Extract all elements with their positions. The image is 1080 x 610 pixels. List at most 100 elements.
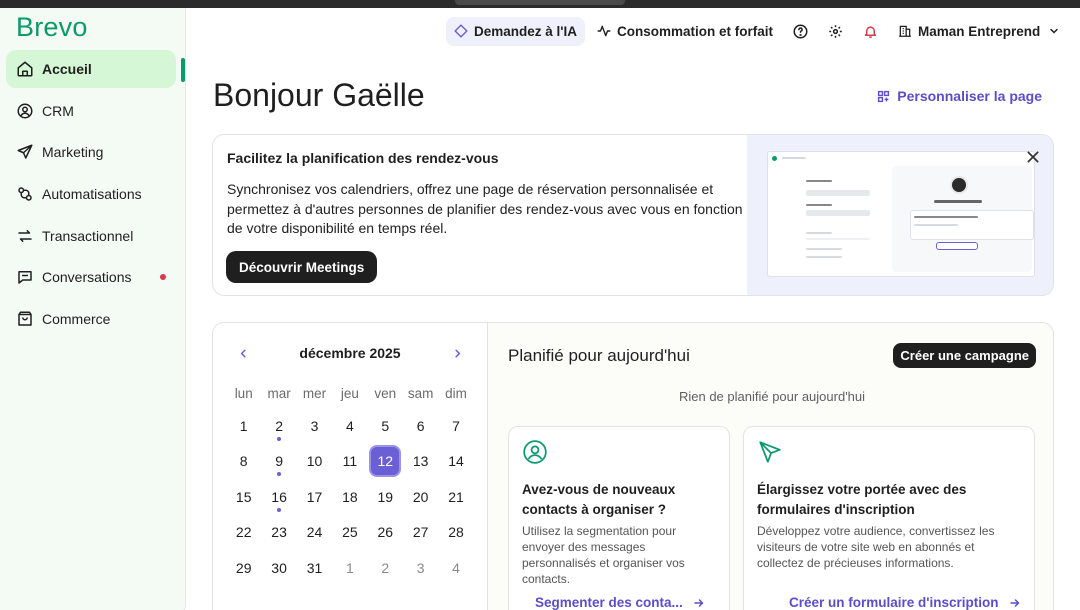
sidebar-item-marketing[interactable]: Marketing — [6, 133, 176, 171]
calendar-day[interactable]: 14 — [438, 444, 473, 480]
chat-icon — [16, 268, 34, 286]
calendar: décembre 2025 lun mar mer jeu ven sam dim 1 2 3 4 5… — [213, 323, 487, 610]
calendar-week-row: 1234567 — [226, 408, 474, 444]
calendar-weekday: ven — [374, 386, 397, 401]
calendar-day[interactable]: 3 — [403, 550, 438, 586]
sidebar-item-label: Commerce — [42, 311, 111, 328]
calendar-day[interactable]: 15 — [226, 479, 261, 515]
calendar-day[interactable]: 2 — [368, 550, 403, 586]
user-circle-icon — [522, 439, 548, 465]
calendar-day[interactable]: 17 — [297, 479, 332, 515]
card-description: Développez votre audience, convertissez … — [757, 524, 995, 570]
create-campaign-button[interactable]: Créer une campagne — [893, 343, 1036, 368]
calendar-day[interactable]: 5 — [368, 408, 403, 444]
discover-meetings-button[interactable]: Découvrir Meetings — [226, 251, 378, 283]
empty-state-text: Rien de planifié pour aujourd'hui — [678, 389, 866, 404]
paper-plane-icon — [16, 143, 34, 161]
sidebar-nav: Accueil CRM Marketing Automatisations Tr… — [6, 50, 176, 342]
calendar-week-row: 8 9 10 11 12 13 14 — [226, 444, 474, 480]
signup-forms-card: Élargissez votre portée avec des formula… — [743, 426, 1035, 610]
sidebar-item-transactionnel[interactable]: Transactionnel — [6, 217, 176, 255]
usage-plan-button[interactable]: Consommation et forfait — [597, 24, 773, 39]
card-title: Avez-vous de nouveaux contacts à organis… — [522, 482, 676, 517]
calendar-day[interactable]: 9 — [261, 444, 296, 480]
calendar-day[interactable]: 23 — [261, 515, 296, 551]
booking-page-mockup — [767, 151, 1035, 277]
calendar-day[interactable]: 2 — [261, 408, 296, 444]
gear-icon[interactable] — [828, 24, 843, 39]
sidebar-item-label: Accueil — [42, 61, 92, 77]
sidebar-item-automatisations[interactable]: Automatisations — [6, 175, 176, 213]
account-switcher[interactable]: Maman Entreprend — [898, 24, 1060, 39]
calendar-day-selected[interactable]: 12 — [368, 444, 403, 480]
sidebar-item-crm[interactable]: CRM — [6, 92, 176, 130]
calendar-day[interactable]: 1 — [332, 550, 367, 586]
sidebar: Brevo Accueil CRM Marketing Automatisati… — [0, 8, 186, 610]
banner-text: Synchronisez vos calendriers, offrez une… — [227, 181, 743, 236]
calendar-day[interactable]: 27 — [403, 515, 438, 551]
calendar-day[interactable]: 4 — [332, 408, 367, 444]
calendar-weekday: mer — [302, 386, 327, 401]
calendar-day[interactable]: 4 — [438, 550, 473, 586]
calendar-weekday: dim — [445, 386, 467, 401]
calendar-day[interactable]: 1 — [226, 408, 261, 444]
brevo-logo[interactable]: Brevo — [16, 12, 88, 43]
shopping-bag-icon — [16, 310, 34, 328]
calendar-day[interactable]: 24 — [297, 515, 332, 551]
calendar-day[interactable]: 16 — [261, 479, 296, 515]
sidebar-item-accueil[interactable]: Accueil — [6, 50, 176, 88]
segment-contacts-link[interactable]: Segmenter des conta... — [535, 595, 705, 610]
page-title: Bonjour Gaëlle — [213, 77, 425, 113]
next-month-button[interactable] — [447, 343, 467, 363]
calendar-week-row: 29 30 31 1 2 3 4 — [226, 550, 474, 586]
calendar-day[interactable]: 28 — [438, 515, 473, 551]
calendar-day[interactable]: 21 — [438, 479, 473, 515]
calendar-day[interactable]: 13 — [403, 444, 438, 480]
building-icon — [899, 25, 911, 37]
avatar — [950, 176, 968, 194]
activity-icon — [597, 25, 611, 37]
sidebar-item-label: Conversations — [42, 269, 132, 286]
banner-title: Facilitez la planification des rendez-vo… — [227, 150, 499, 166]
grid-icon — [878, 90, 890, 102]
calendar-day[interactable]: 7 — [438, 408, 473, 444]
sidebar-item-commerce[interactable]: Commerce — [6, 300, 176, 338]
calendar-grid: lun mar mer jeu ven sam dim 1 2 3 4 5 6 7 8 9 10 11 12 13 14… — [226, 379, 474, 586]
top-header: Demandez à l'IA Consommation et forfait … — [446, 16, 1060, 46]
calendar-weekday: sam — [407, 386, 434, 401]
sidebar-item-conversations[interactable]: Conversations — [6, 258, 176, 296]
calendar-weekday-row: lun mar mer jeu ven sam dim — [226, 379, 474, 408]
bell-icon[interactable] — [863, 24, 878, 39]
help-icon[interactable] — [793, 24, 808, 39]
calendar-day[interactable]: 8 — [226, 444, 261, 480]
customize-page-link[interactable]: Personnaliser la page — [877, 88, 1042, 104]
calendar-day[interactable]: 31 — [297, 550, 332, 586]
calendar-day[interactable]: 3 — [297, 408, 332, 444]
close-icon[interactable] — [1025, 149, 1041, 165]
meetings-banner: Facilitez la planification des rendez-vo… — [212, 134, 1054, 296]
calendar-day[interactable]: 29 — [226, 550, 261, 586]
sidebar-item-label: Transactionnel — [42, 227, 134, 244]
sidebar-active-indicator — [181, 58, 185, 82]
calendar-day[interactable]: 26 — [368, 515, 403, 551]
calendar-day[interactable]: 18 — [332, 479, 367, 515]
calendar-weekday: mar — [267, 386, 291, 401]
calendar-day[interactable]: 11 — [332, 444, 367, 480]
arrow-right-icon — [1009, 598, 1019, 607]
ask-ai-button[interactable]: Demandez à l'IA — [446, 16, 585, 46]
sidebar-item-label: Marketing — [42, 144, 104, 161]
calendar-day[interactable]: 6 — [403, 408, 438, 444]
planned-title: Planifié pour aujourd'hui — [508, 346, 690, 365]
calendar-day[interactable]: 25 — [332, 515, 367, 551]
create-signup-form-link[interactable]: Créer un formulaire d'inscription — [789, 595, 1021, 610]
calendar-day[interactable]: 22 — [226, 515, 261, 551]
planned-today-section: Planifié pour aujourd'hui Créer une camp… — [487, 323, 1053, 610]
calendar-day[interactable]: 19 — [368, 479, 403, 515]
calendar-day[interactable]: 30 — [261, 550, 296, 586]
browser-notch — [455, 0, 625, 5]
automation-icon — [16, 185, 34, 203]
diamond-sparkle-icon — [454, 24, 468, 38]
calendar-day[interactable]: 10 — [297, 444, 332, 480]
user-circle-icon — [16, 102, 34, 120]
calendar-day[interactable]: 20 — [403, 479, 438, 515]
